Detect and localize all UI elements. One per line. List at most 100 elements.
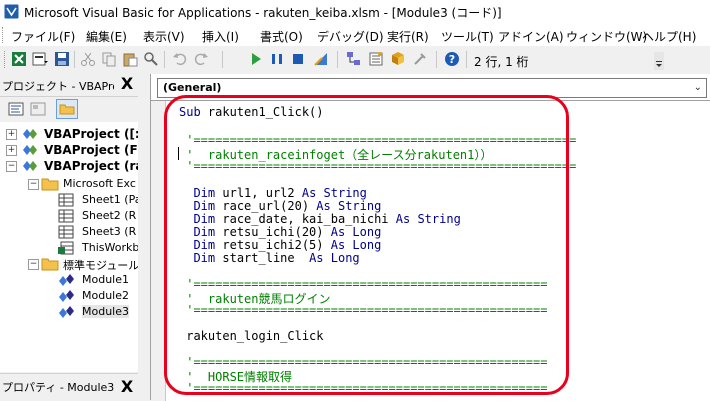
- code-line: Dim retsu_ichi(20) As Long: [193, 225, 382, 239]
- menu-insert[interactable]: 挿入(I): [202, 28, 239, 45]
- vbaproject-icon: [23, 145, 37, 155]
- menu-grip: [2, 27, 6, 43]
- code-line: '=======================================…: [179, 159, 577, 173]
- margin-indicator-bar[interactable]: [151, 101, 166, 401]
- properties-window-icon[interactable]: [368, 51, 384, 67]
- window-title: Microsoft Visual Basic for Applications …: [24, 6, 502, 20]
- menu-bar: ファイル(F) 編集(E) 表示(V) 挿入(I) 書式(O) デバッグ(D) …: [0, 24, 710, 46]
- toolbar-separator: [337, 51, 338, 68]
- code-line: rakuten_login_Click: [179, 329, 324, 343]
- project-panel-close-button[interactable]: X: [118, 74, 136, 94]
- title-bar: Microsoft Visual Basic for Applications …: [0, 0, 710, 24]
- tree-node-label: VBAProject (ra: [44, 159, 139, 173]
- code-line: Dim race_url(20) As String: [193, 199, 382, 213]
- menu-file[interactable]: ファイル(F): [11, 28, 75, 45]
- code-editor[interactable]: Sub rakuten1_Click() '==================…: [151, 100, 710, 401]
- design-mode-icon[interactable]: [313, 51, 329, 67]
- reset-icon[interactable]: [290, 51, 306, 67]
- code-line: Sub rakuten1_Click(): [179, 105, 324, 119]
- tree-node-label: ThisWorkb: [82, 241, 139, 254]
- vbaproject-icon: [23, 161, 37, 171]
- tree-node-label: Module1: [82, 273, 129, 286]
- redo-icon[interactable]: [193, 51, 209, 67]
- excel-view-icon[interactable]: [11, 51, 27, 67]
- view-code-icon[interactable]: [8, 101, 24, 117]
- menu-run[interactable]: 実行(R): [387, 28, 429, 45]
- toggle-folders-icon[interactable]: [56, 99, 78, 119]
- copy-icon[interactable]: [101, 51, 117, 67]
- menu-debug[interactable]: デバッグ(D): [317, 28, 384, 45]
- vbaproject-icon: [23, 129, 37, 139]
- tree-node-label: Module3: [82, 305, 129, 318]
- toolbox-icon[interactable]: [412, 51, 428, 67]
- code-line: '=======================================…: [179, 355, 548, 369]
- menu-window[interactable]: ウィンドウ(W): [566, 28, 647, 45]
- tree-node-label: VBAProject ([:: [44, 127, 139, 141]
- cut-icon[interactable]: [80, 51, 96, 67]
- menu-format[interactable]: 書式(O): [260, 28, 303, 45]
- expand-toggle[interactable]: +: [6, 129, 17, 140]
- toolbar-options-icon[interactable]: [654, 52, 664, 70]
- panel-splitter[interactable]: [138, 74, 150, 400]
- project-panel-toolbar: [0, 97, 138, 121]
- insert-userform-icon[interactable]: [32, 51, 48, 67]
- tree-node-label: 標準モジュール: [63, 259, 139, 272]
- toolbar-separator: [164, 51, 165, 68]
- cursor-position: 2 行, 1 桁: [474, 55, 529, 69]
- menu-edit[interactable]: 編集(E): [86, 28, 127, 45]
- object-combo[interactable]: (General) ⌄: [157, 78, 707, 98]
- tree-node-label: VBAProject (F: [44, 143, 138, 157]
- project-panel-title: プロジェクト - VBAProject: [2, 80, 114, 93]
- help-icon[interactable]: ?: [444, 51, 460, 67]
- tree-node-label: Sheet3 (R: [82, 225, 137, 238]
- view-object-icon[interactable]: [30, 101, 46, 117]
- properties-panel-close-button[interactable]: X: [118, 377, 136, 397]
- svg-text:?: ?: [449, 53, 455, 66]
- find-icon[interactable]: [143, 51, 159, 67]
- code-line: Dim url1, url2 As String: [193, 186, 367, 200]
- paste-icon[interactable]: [122, 51, 138, 67]
- properties-panel-title: プロパティ - Module3: [2, 381, 114, 394]
- standard-toolbar: ? 2 行, 1 桁: [0, 46, 710, 74]
- collapse-toggle[interactable]: −: [28, 179, 39, 190]
- break-icon[interactable]: [269, 51, 285, 67]
- undo-icon[interactable]: [172, 51, 188, 67]
- tree-node-label: Sheet2 (R: [82, 209, 137, 222]
- sheet-icon: [58, 193, 74, 207]
- module-icon: [59, 290, 74, 302]
- module-icon: [59, 274, 74, 286]
- object-combo-value: (General): [163, 81, 222, 94]
- sheet-icon: [58, 209, 74, 223]
- tree-node-label: Module2: [82, 289, 129, 302]
- sheet-icon: [58, 225, 74, 239]
- menu-help[interactable]: ヘルプ(H): [642, 28, 696, 45]
- workbook-icon: [58, 241, 74, 255]
- code-line: Dim race_date, kai_ba_nichi As String: [193, 212, 461, 226]
- run-icon[interactable]: [248, 51, 264, 67]
- tree-node-label: Microsoft Exc: [63, 177, 136, 190]
- tree-node-label: Sheet1 (Pa: [82, 193, 139, 206]
- code-line: '=======================================…: [179, 381, 548, 395]
- folder-icon: [41, 258, 59, 271]
- project-panel-titlebar: プロジェクト - VBAProject X: [0, 74, 138, 97]
- menu-tools[interactable]: ツール(T): [441, 28, 494, 45]
- code-line: '=======================================…: [179, 277, 548, 291]
- collapse-toggle[interactable]: −: [28, 259, 39, 270]
- module-icon: [59, 306, 74, 318]
- project-explorer-icon[interactable]: [346, 51, 362, 67]
- code-line: Dim start_line As Long: [193, 251, 360, 265]
- collapse-toggle[interactable]: −: [6, 161, 17, 172]
- project-tree: + VBAProject ([: + VBAProject (F − VBAPr…: [0, 122, 139, 372]
- toolbar-separator: [436, 51, 437, 68]
- menu-addins[interactable]: アドイン(A): [498, 28, 564, 45]
- toolbar-separator: [74, 51, 75, 68]
- chevron-down-icon[interactable]: ⌄: [694, 82, 702, 93]
- menu-view[interactable]: 表示(V): [143, 28, 185, 45]
- properties-panel-titlebar: プロパティ - Module3 X: [0, 373, 138, 401]
- code-line: Dim retsu_ichi2(5) As Long: [193, 238, 382, 252]
- object-browser-icon[interactable]: [390, 51, 406, 67]
- toolbar-separator: [222, 51, 223, 68]
- code-line: '=======================================…: [179, 303, 548, 317]
- save-icon[interactable]: [54, 51, 70, 67]
- expand-toggle[interactable]: +: [6, 145, 17, 156]
